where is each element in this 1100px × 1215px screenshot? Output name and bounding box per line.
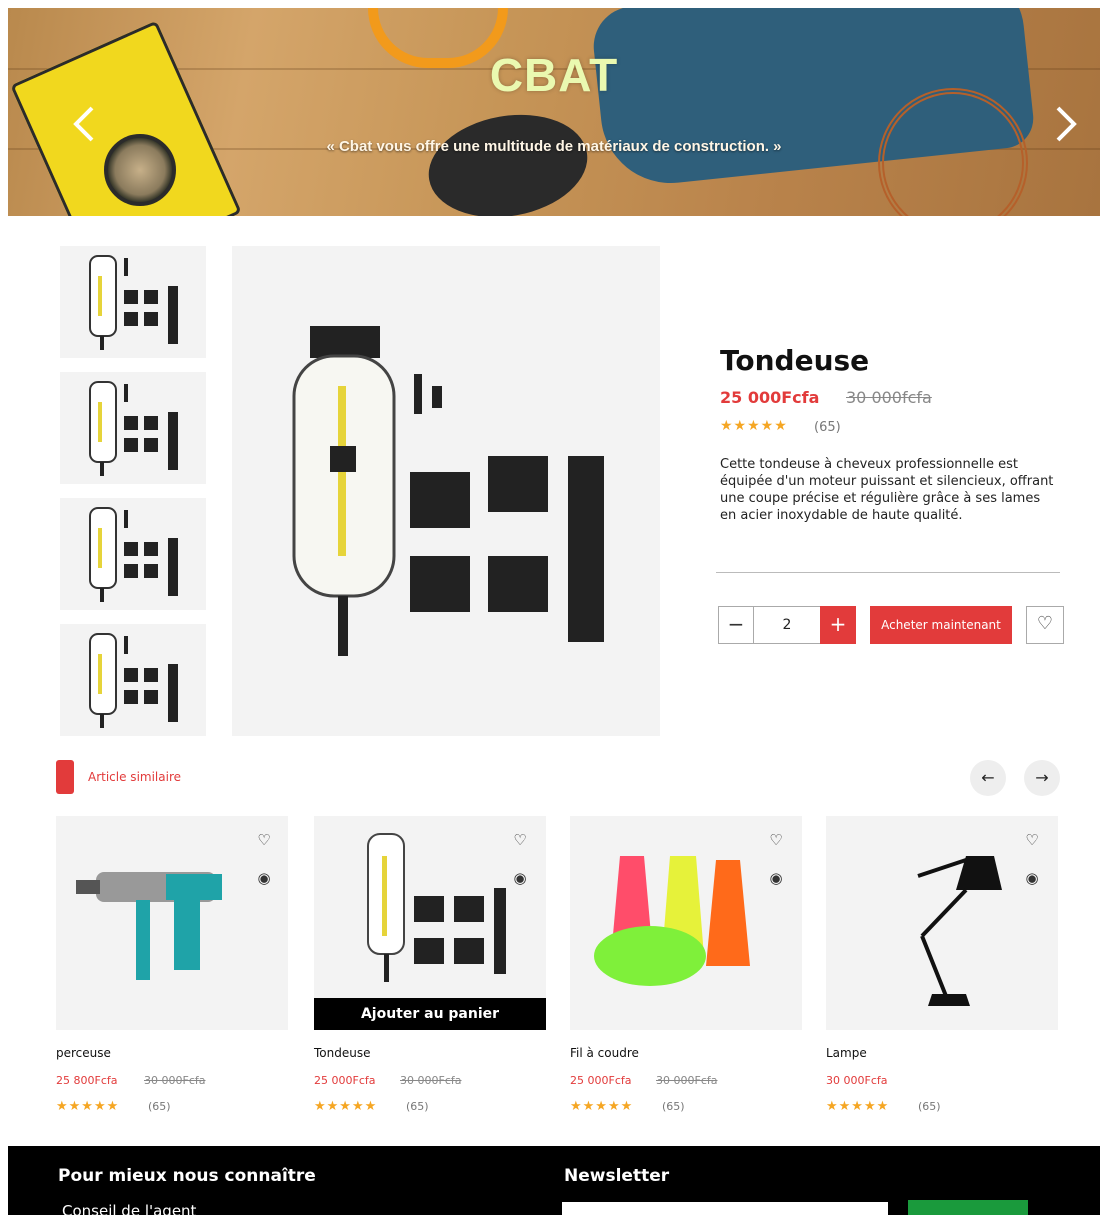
arrow-left-icon[interactable]: ←	[970, 760, 1006, 796]
quantity-increase-button[interactable]: +	[820, 606, 856, 644]
product-card-review-count: (65)	[662, 1100, 685, 1113]
section-marker	[56, 760, 74, 794]
arrow-right-icon[interactable]: →	[1024, 760, 1060, 796]
footer: Pour mieux nous connaître Conseil de l'a…	[8, 1146, 1100, 1215]
product-thumbnail[interactable]	[60, 372, 206, 484]
product-card[interactable]: ♡ ◉	[570, 816, 802, 1030]
product-card-name[interactable]: Lampe	[826, 1046, 867, 1060]
product-card-stars: ★★★★★	[56, 1099, 120, 1114]
product-card-old-price: 30 000Fcfa	[144, 1074, 206, 1087]
newsletter-email-input[interactable]	[562, 1202, 888, 1215]
product-old-price: 30 000fcfa	[846, 388, 932, 407]
divider	[716, 572, 1060, 573]
eye-icon[interactable]: ◉	[254, 868, 274, 888]
newsletter-submit-button[interactable]	[908, 1200, 1028, 1215]
product-card-price: 25 800Fcfa	[56, 1074, 118, 1087]
chevron-right-icon[interactable]	[1052, 104, 1080, 151]
product-card-old-price: 30 000Fcfa	[656, 1074, 718, 1087]
product-description: Cette tondeuse à cheveux professionnelle…	[720, 457, 1054, 523]
product-thumbnail[interactable]	[60, 498, 206, 610]
product-card-old-price: 30 000Fcfa	[400, 1074, 462, 1087]
product-title: Tondeuse	[720, 344, 870, 377]
footer-about-title: Pour mieux nous connaître	[58, 1166, 316, 1186]
heart-icon[interactable]: ♡	[766, 830, 786, 850]
footer-link[interactable]: Conseil de l'agent	[62, 1202, 196, 1215]
newsletter-title: Newsletter	[564, 1166, 670, 1186]
product-card-price: 25 000Fcfa	[314, 1074, 376, 1087]
product-card-price: 30 000Fcfa	[826, 1074, 888, 1087]
product-card-review-count: (65)	[148, 1100, 171, 1113]
eye-icon[interactable]: ◉	[510, 868, 530, 888]
product-thumbnail[interactable]	[60, 624, 206, 736]
product-thumbnail[interactable]	[60, 246, 206, 358]
heart-icon[interactable]: ♡	[1022, 830, 1042, 850]
product-review-count: (65)	[814, 420, 841, 435]
product-card-stars: ★★★★★	[826, 1099, 890, 1114]
product-card-stars: ★★★★★	[570, 1099, 634, 1114]
product-card-review-count: (65)	[406, 1100, 429, 1113]
hero-title: CBAT	[489, 49, 619, 101]
product-card-name[interactable]: Fil à coudre	[570, 1046, 639, 1060]
product-card-name[interactable]: perceuse	[56, 1046, 111, 1060]
wishlist-heart-icon[interactable]: ♡	[1026, 606, 1064, 644]
related-section-title: Article similaire	[88, 770, 181, 784]
hero-banner: CBAT « Cbat vous offre une multitude de …	[8, 8, 1100, 216]
product-card[interactable]: ♡ ◉ Ajouter au panier	[314, 816, 546, 1030]
hero-subtitle: « Cbat vous offre une multitude de matér…	[326, 138, 782, 155]
quantity-decrease-button[interactable]: −	[718, 606, 754, 644]
product-card-name[interactable]: Tondeuse	[314, 1046, 370, 1060]
heart-icon[interactable]: ♡	[510, 830, 530, 850]
add-to-cart-button[interactable]: Ajouter au panier	[314, 998, 546, 1030]
chevron-left-icon[interactable]	[70, 104, 98, 151]
quantity-input[interactable]: 2	[754, 606, 820, 644]
product-rating-stars: ★★★★★	[720, 418, 788, 434]
product-price: 25 000Fcfa	[720, 388, 820, 407]
product-card[interactable]: ♡ ◉	[56, 816, 288, 1030]
product-card-review-count: (65)	[918, 1100, 941, 1113]
product-main-image	[232, 246, 660, 736]
eye-icon[interactable]: ◉	[766, 868, 786, 888]
buy-now-button[interactable]: Acheter maintenant	[870, 606, 1012, 644]
product-card-price: 25 000Fcfa	[570, 1074, 632, 1087]
heart-icon[interactable]: ♡	[254, 830, 274, 850]
product-card[interactable]: ♡ ◉	[826, 816, 1058, 1030]
product-card-stars: ★★★★★	[314, 1099, 378, 1114]
eye-icon[interactable]: ◉	[1022, 868, 1042, 888]
drill-chuck-image	[420, 102, 596, 216]
